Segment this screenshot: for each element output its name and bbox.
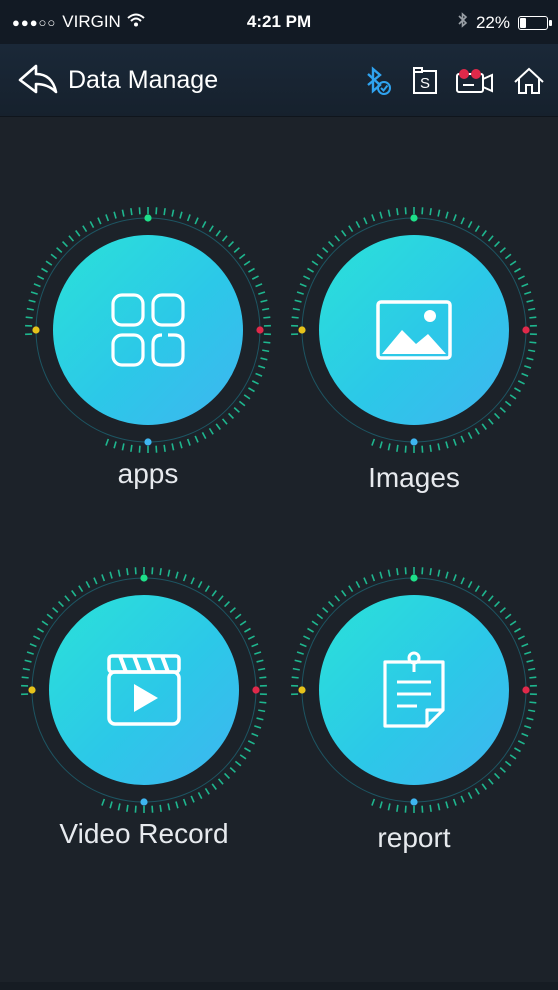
- bluetooth-icon: [458, 12, 468, 33]
- home-button[interactable]: [512, 66, 546, 96]
- nav-bar: Data Manage S: [0, 44, 558, 117]
- status-bar: ●●●○○ VIRGIN 4:21 PM 22%: [0, 0, 558, 44]
- bottom-strip: [0, 982, 558, 990]
- images-circle-button[interactable]: [319, 235, 509, 425]
- video-record-label: Video Record: [59, 818, 229, 849]
- image-icon: [376, 300, 452, 360]
- video-clapper-icon: [107, 654, 181, 726]
- svg-text:S: S: [420, 75, 430, 92]
- apps-label: apps: [117, 458, 179, 489]
- document-s-button[interactable]: S: [408, 66, 442, 96]
- report-circle-button[interactable]: [319, 595, 509, 785]
- record-button[interactable]: [454, 66, 496, 96]
- images-label: Images: [368, 462, 460, 493]
- battery-percent: 22%: [475, 12, 510, 32]
- bluetooth-connected-icon: [367, 66, 391, 95]
- battery-icon: [518, 15, 552, 30]
- report-clipboard-icon: [383, 651, 445, 728]
- back-arrow-icon: [18, 64, 58, 94]
- back-button[interactable]: [16, 62, 60, 98]
- s-document-icon: S: [413, 67, 437, 94]
- apps-circle-button[interactable]: [53, 235, 243, 425]
- bluetooth-connected-button[interactable]: [360, 66, 394, 96]
- page-title: Data Manage: [68, 66, 219, 94]
- home-icon: [514, 67, 544, 94]
- record-camera-icon: [456, 69, 493, 93]
- apps-grid-icon: [111, 293, 185, 367]
- report-label: report: [377, 822, 451, 853]
- video-record-circle-button[interactable]: [49, 595, 239, 785]
- battery-level-fill: [520, 17, 527, 28]
